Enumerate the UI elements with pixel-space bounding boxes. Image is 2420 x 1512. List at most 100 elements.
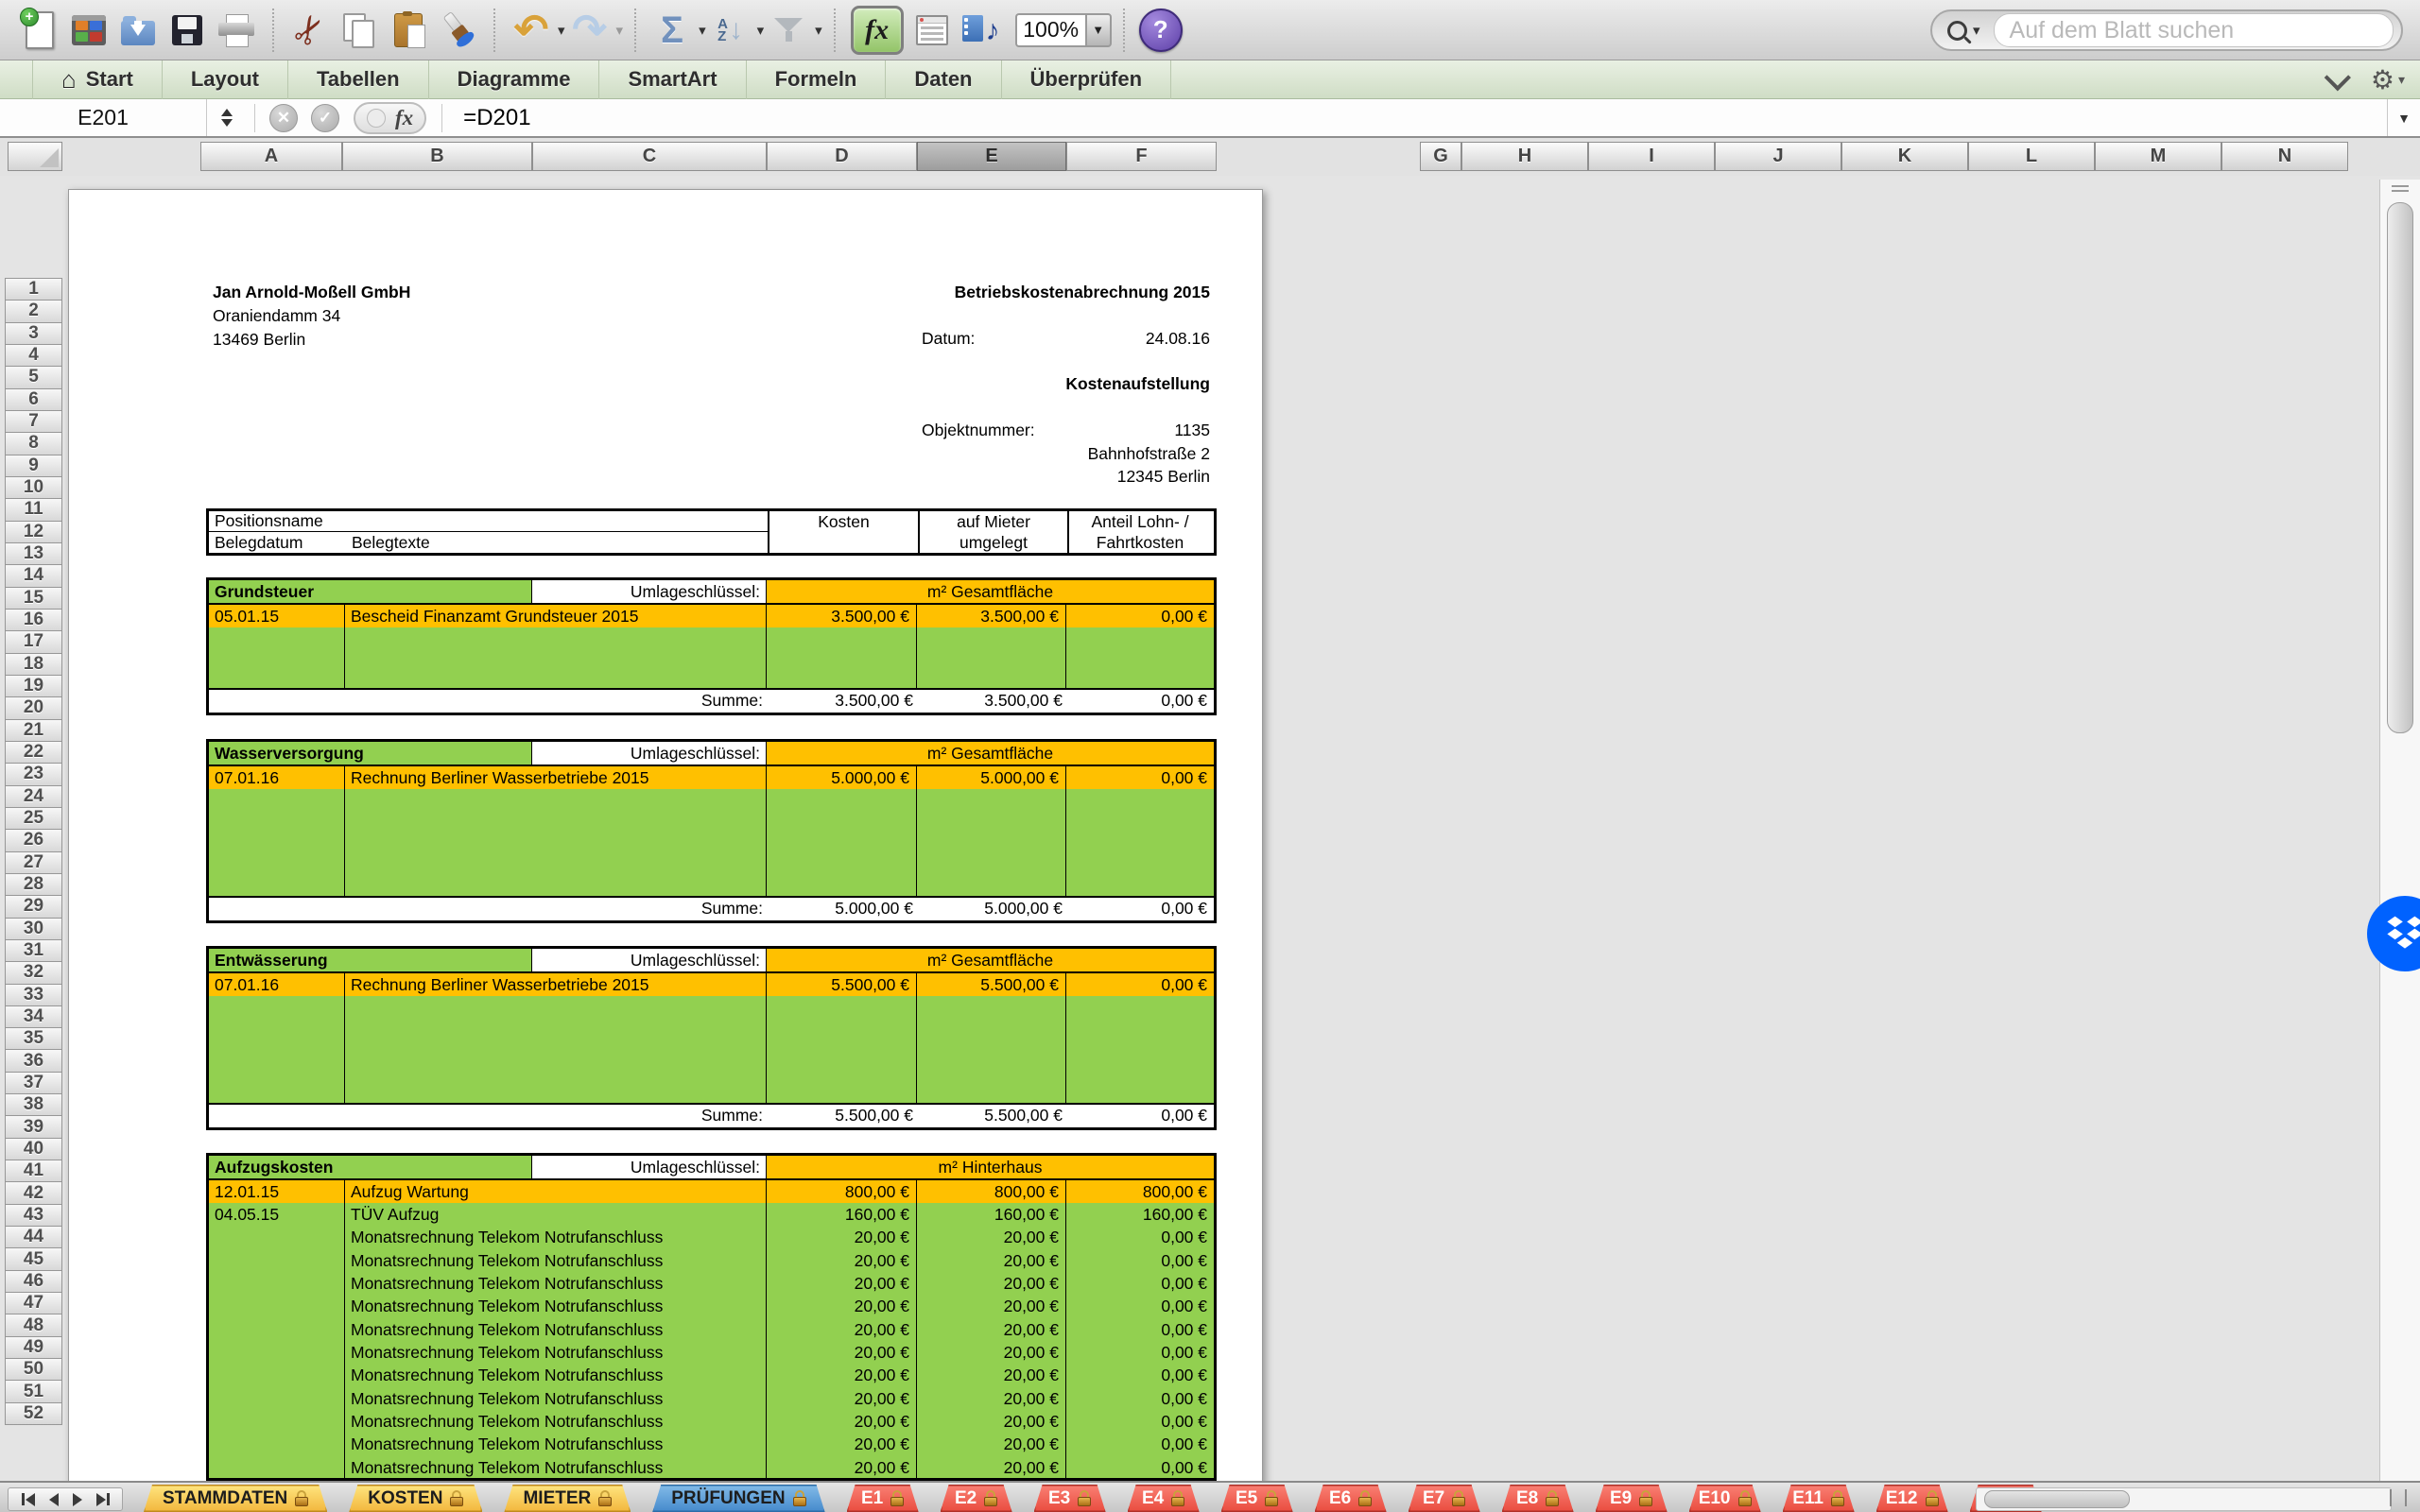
new-document-icon[interactable]: + <box>15 6 64 55</box>
header-anteil-lohn[interactable]: Anteil Lohn- / <box>1069 511 1211 532</box>
sheet-tab-e9[interactable]: E9 <box>1596 1485 1668 1512</box>
filter-dropdown-caret[interactable]: ▾ <box>815 22 822 39</box>
accept-button[interactable]: ✓ <box>311 104 339 132</box>
entry-cell[interactable]: 20,00 € <box>767 1387 917 1410</box>
entry-cell[interactable]: 12.01.15 <box>209 1180 345 1203</box>
entry-cell[interactable]: 20,00 € <box>767 1410 917 1433</box>
row-header-46[interactable]: 46 <box>5 1270 62 1293</box>
formula-builder-button[interactable]: fx <box>847 6 908 55</box>
sheet-tab-prüfungen[interactable]: PRÜFUNGEN <box>652 1485 824 1512</box>
entry-cell[interactable]: 0,00 € <box>1066 1410 1214 1433</box>
column-header-D[interactable]: D <box>767 142 917 171</box>
entry-cell[interactable]: 5.000,00 € <box>767 766 917 789</box>
allocation-key-label[interactable]: Umlageschlüssel: <box>532 1156 767 1178</box>
row-header-33[interactable]: 33 <box>5 984 62 1006</box>
entry-cell[interactable]: 20,00 € <box>917 1365 1066 1387</box>
row-header-45[interactable]: 45 <box>5 1247 62 1270</box>
horizontal-scrollbar[interactable] <box>1976 1487 2392 1511</box>
entry-cell[interactable] <box>209 1434 345 1456</box>
entry-cell[interactable]: 0,00 € <box>1066 1456 1214 1479</box>
row-header-3[interactable]: 3 <box>5 322 62 345</box>
header-fahrtkosten[interactable]: Fahrtkosten <box>1069 532 1211 553</box>
sheet-tab-mieter[interactable]: MIETER <box>504 1485 631 1512</box>
sheet-tab-e12[interactable]: E12 <box>1876 1485 1948 1512</box>
row-header-32[interactable]: 32 <box>5 961 62 984</box>
allocation-key-value[interactable]: m² Gesamtfläche <box>767 949 1214 971</box>
entry-cell[interactable]: 20,00 € <box>767 1434 917 1456</box>
entry-cell[interactable]: 20,00 € <box>767 1249 917 1272</box>
entry-cell[interactable] <box>209 1456 345 1479</box>
entry-cell[interactable] <box>209 1410 345 1433</box>
prev-sheet-button[interactable] <box>49 1493 59 1506</box>
entry-cell[interactable]: Rechnung Berliner Wasserbetriebe 2015 <box>345 973 767 996</box>
row-header-43[interactable]: 43 <box>5 1204 62 1227</box>
row-header-14[interactable]: 14 <box>5 564 62 587</box>
row-header-24[interactable]: 24 <box>5 785 62 808</box>
entry-cell[interactable]: 0,00 € <box>1066 1272 1214 1295</box>
entry-cell[interactable]: Monatsrechnung Telekom Notrufanschluss <box>345 1249 767 1272</box>
column-header-C[interactable]: C <box>532 142 767 171</box>
column-header-N[interactable]: N <box>2221 142 2348 171</box>
sheet-tab-e7[interactable]: E7 <box>1409 1485 1480 1512</box>
split-handle-icon[interactable] <box>2392 185 2409 187</box>
cell-object-number[interactable]: 1135 <box>1068 421 1210 440</box>
row-header-31[interactable]: 31 <box>5 939 62 962</box>
column-header-B[interactable]: B <box>342 142 532 171</box>
row-header-25[interactable]: 25 <box>5 807 62 830</box>
row-header-10[interactable]: 10 <box>5 476 62 499</box>
sheet-tab-e11[interactable]: E11 <box>1783 1485 1855 1512</box>
sheet-tab-e3[interactable]: E3 <box>1034 1485 1106 1512</box>
entry-cell[interactable] <box>209 1387 345 1410</box>
cell-date-label[interactable]: Datum: <box>922 329 975 349</box>
entry-cell[interactable]: Monatsrechnung Telekom Notrufanschluss <box>345 1434 767 1456</box>
entry-cell[interactable]: 160,00 € <box>1066 1203 1214 1226</box>
sheet-tab-stammdaten[interactable]: STAMMDATEN <box>144 1485 327 1512</box>
help-button[interactable]: ? <box>1136 6 1185 55</box>
summe-anteil[interactable]: 0,00 € <box>1069 690 1214 713</box>
summe-kosten[interactable]: 5.500,00 € <box>769 1105 920 1127</box>
summe-label[interactable]: Summe: <box>209 898 769 920</box>
row-header-17[interactable]: 17 <box>5 630 62 653</box>
insert-function-group[interactable]: fx <box>354 102 426 134</box>
entry-cell[interactable]: 3.500,00 € <box>917 605 1066 627</box>
entry-cell[interactable]: 3.500,00 € <box>767 605 917 627</box>
sheet-tab-e4[interactable]: E4 <box>1128 1485 1200 1512</box>
entry-cell[interactable]: 800,00 € <box>1066 1180 1214 1203</box>
sheet-tab-e10[interactable]: E10 <box>1689 1485 1761 1512</box>
row-header-16[interactable]: 16 <box>5 609 62 631</box>
row-header-2[interactable]: 2 <box>5 300 62 322</box>
zoom-dropdown-caret[interactable]: ▼ <box>1085 13 1112 47</box>
row-header-49[interactable]: 49 <box>5 1336 62 1359</box>
name-box-stepper[interactable] <box>215 102 239 134</box>
row-header-12[interactable]: 12 <box>5 521 62 543</box>
entry-cell[interactable]: 20,00 € <box>917 1272 1066 1295</box>
media-browser-icon[interactable]: ♪ <box>957 6 1006 55</box>
entry-cell[interactable]: 0,00 € <box>1066 1434 1214 1456</box>
summe-anteil[interactable]: 0,00 € <box>1069 898 1214 920</box>
vertical-scrollbar-thumb[interactable] <box>2387 202 2413 733</box>
row-header-27[interactable]: 27 <box>5 851 62 874</box>
save-icon[interactable] <box>163 6 212 55</box>
entry-cell[interactable]: 5.000,00 € <box>917 766 1066 789</box>
cell-object-label[interactable]: Objektnummer: <box>922 421 1035 440</box>
entry-cell[interactable]: Monatsrechnung Telekom Notrufanschluss <box>345 1456 767 1479</box>
entry-cell[interactable]: Monatsrechnung Telekom Notrufanschluss <box>345 1296 767 1318</box>
row-header-1[interactable]: 1 <box>5 278 62 301</box>
sheet-tab-kosten[interactable]: KOSTEN <box>349 1485 482 1512</box>
entry-cell[interactable] <box>209 1365 345 1387</box>
entry-cell[interactable]: TÜV Aufzug <box>345 1203 767 1226</box>
row-header-9[interactable]: 9 <box>5 455 62 477</box>
entry-cell[interactable]: 0,00 € <box>1066 973 1214 996</box>
summe-umgelegt[interactable]: 3.500,00 € <box>920 690 1069 713</box>
column-header-J[interactable]: J <box>1715 142 1841 171</box>
summe-label[interactable]: Summe: <box>209 690 769 713</box>
row-header-35[interactable]: 35 <box>5 1027 62 1050</box>
dropbox-badge-icon[interactable] <box>2367 896 2420 971</box>
undo-button[interactable]: ↶ <box>507 6 556 55</box>
cell-object-city[interactable]: 12345 Berlin <box>945 467 1210 487</box>
summe-kosten[interactable]: 3.500,00 € <box>769 690 920 713</box>
entry-cell[interactable]: 20,00 € <box>917 1434 1066 1456</box>
entry-cell[interactable]: 0,00 € <box>1066 1227 1214 1249</box>
first-sheet-button[interactable] <box>22 1493 35 1506</box>
search-scope-caret[interactable]: ▾ <box>1973 22 1980 39</box>
